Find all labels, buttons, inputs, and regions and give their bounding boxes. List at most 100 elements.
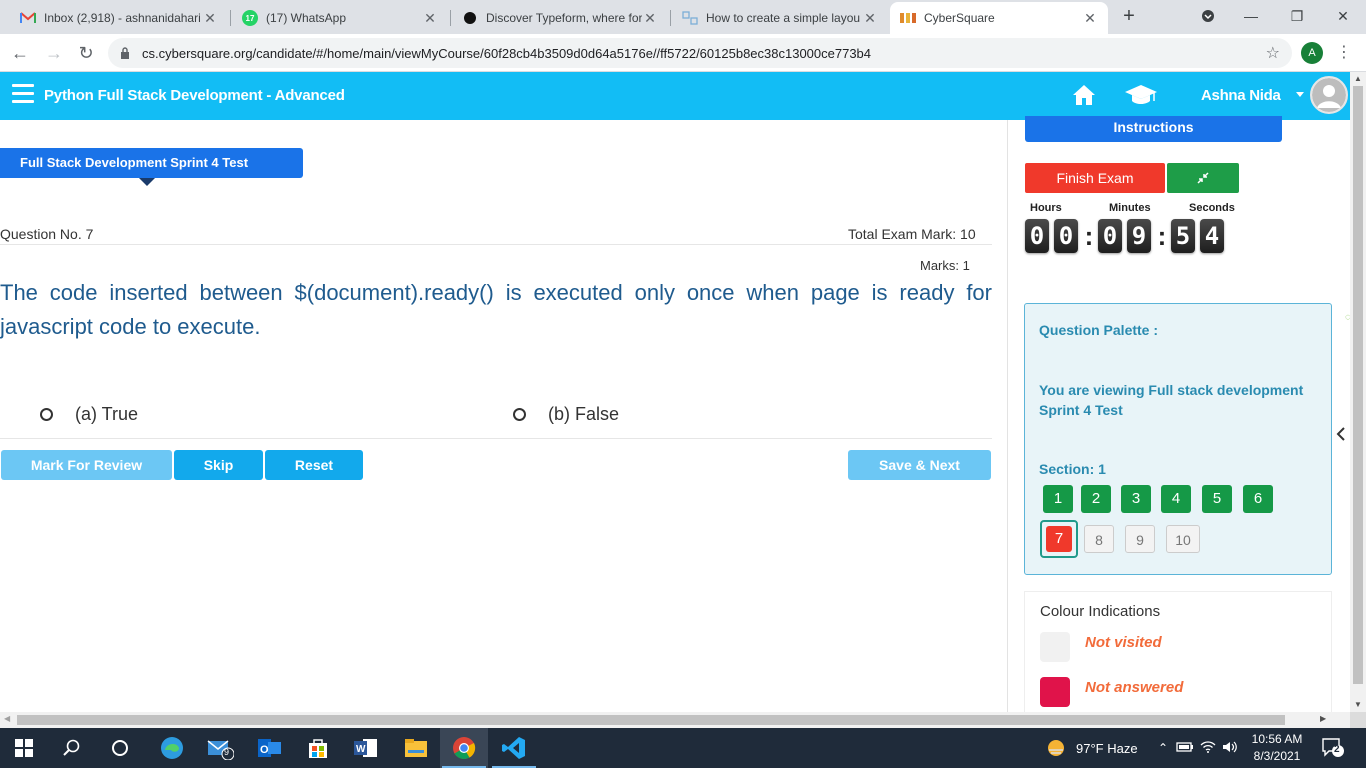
scroll-down-icon[interactable]: ▼ xyxy=(1354,700,1362,709)
file-explorer-icon[interactable] xyxy=(392,728,440,768)
skip-button[interactable]: Skip xyxy=(174,450,263,480)
swatch-not-answered xyxy=(1040,677,1070,707)
word-icon[interactable]: W xyxy=(342,728,390,768)
forward-arrow-icon[interactable]: → xyxy=(42,41,66,65)
finish-exam-button[interactable]: Finish Exam xyxy=(1025,163,1165,193)
weather-widget[interactable]: 97°F Haze xyxy=(1046,728,1138,768)
palette-question-9[interactable]: 9 xyxy=(1125,525,1155,553)
menu-kebab-icon[interactable]: ⋮ xyxy=(1336,42,1352,64)
browser-tab-layout[interactable]: How to create a simple layou ✕ xyxy=(672,2,888,34)
wifi-icon[interactable] xyxy=(1200,740,1216,756)
colour-indications-title: Colour Indications xyxy=(1040,603,1161,620)
collapse-arrows-icon xyxy=(1197,172,1209,187)
tab-separator xyxy=(230,10,231,26)
profile-avatar[interactable]: A xyxy=(1301,42,1323,64)
chevron-up-icon[interactable]: ⌃ xyxy=(1158,741,1168,755)
scroll-corner xyxy=(1350,712,1366,728)
browser-tab-whatsapp[interactable]: 17 (17) WhatsApp ✕ xyxy=(232,2,448,34)
volume-icon[interactable] xyxy=(1222,741,1238,756)
option-true[interactable]: (a) True xyxy=(40,404,138,425)
browser-tab-label: Discover Typeform, where for xyxy=(486,11,642,25)
save-next-button[interactable]: Save & Next xyxy=(848,450,991,480)
palette-question-5[interactable]: 5 xyxy=(1202,485,1232,513)
divider xyxy=(0,244,992,245)
collapse-button[interactable] xyxy=(1167,163,1239,193)
test-name-tab[interactable]: Full Stack Development Sprint 4 Test xyxy=(0,148,303,178)
vertical-scrollbar[interactable]: ▲ ▼ xyxy=(1350,72,1366,712)
store-icon[interactable] xyxy=(294,728,342,768)
option-label: (a) True xyxy=(75,404,139,424)
palette-question-6[interactable]: 6 xyxy=(1243,485,1273,513)
palette-question-8[interactable]: 8 xyxy=(1084,525,1114,553)
outlook-icon[interactable]: O xyxy=(246,728,294,768)
reload-icon[interactable]: ↻ xyxy=(74,41,98,65)
user-name[interactable]: Ashna Nida xyxy=(1201,87,1281,104)
horizontal-scrollbar[interactable]: ◀ ▶ xyxy=(0,712,1350,728)
mail-badge: 9 xyxy=(224,747,230,757)
close-icon[interactable]: ✕ xyxy=(202,10,218,27)
palette-title: Question Palette : xyxy=(1039,322,1159,338)
minimize-icon[interactable]: — xyxy=(1236,4,1266,28)
horizontal-scroll-thumb[interactable] xyxy=(17,715,1285,725)
timer-digit: 0 xyxy=(1054,219,1078,253)
radio-button[interactable] xyxy=(513,408,526,421)
browser-tab-cybersquare[interactable]: CyberSquare ✕ xyxy=(890,2,1108,34)
layout-site-icon xyxy=(682,10,698,26)
palette-question-2[interactable]: 2 xyxy=(1081,485,1111,513)
browser-tab-label: CyberSquare xyxy=(924,11,995,25)
graduation-cap-icon[interactable] xyxy=(1124,83,1158,107)
address-bar[interactable]: cs.cybersquare.org/candidate/#/home/main… xyxy=(108,38,1292,68)
swatch-not-visited xyxy=(1040,632,1070,662)
scroll-left-icon[interactable]: ◀ xyxy=(4,714,10,723)
mail-icon[interactable]: 9 xyxy=(196,728,244,768)
back-arrow-icon[interactable]: ← xyxy=(8,41,32,65)
close-icon[interactable]: ✕ xyxy=(642,10,658,27)
browser-tab-typeform[interactable]: Discover Typeform, where for ✕ xyxy=(452,2,668,34)
mark-for-review-button[interactable]: Mark For Review xyxy=(1,450,172,480)
palette-question-1[interactable]: 1 xyxy=(1043,485,1073,513)
palette-question-4[interactable]: 4 xyxy=(1161,485,1191,513)
search-icon[interactable] xyxy=(48,728,96,768)
scroll-up-icon[interactable]: ▲ xyxy=(1354,74,1362,83)
clock-time: 10:56 AM xyxy=(1251,732,1303,746)
radio-button[interactable] xyxy=(40,408,53,421)
chevron-left-icon[interactable] xyxy=(1336,427,1346,446)
close-icon[interactable]: ✕ xyxy=(1082,10,1098,27)
windows-start-icon[interactable] xyxy=(0,728,48,768)
close-icon[interactable]: ✕ xyxy=(422,10,438,27)
browser-tab-label: How to create a simple layou xyxy=(706,11,861,25)
scroll-right-icon[interactable]: ▶ xyxy=(1320,714,1326,723)
restore-icon[interactable]: ❐ xyxy=(1282,4,1312,28)
battery-icon[interactable] xyxy=(1176,741,1194,756)
home-icon[interactable] xyxy=(1072,84,1096,106)
chevron-down-icon[interactable] xyxy=(1296,92,1304,97)
weather-text: 97°F Haze xyxy=(1076,740,1138,756)
bookmark-star-icon[interactable]: ☆ xyxy=(1266,43,1280,63)
vscode-icon[interactable] xyxy=(490,728,538,768)
tab-search-icon[interactable] xyxy=(1193,4,1223,28)
weather-haze-icon xyxy=(1048,740,1064,756)
windows-taskbar: 9 O W 97°F Haze ⌃ 10:56 AM 8/3/2021 2 xyxy=(0,728,1366,768)
palette-question-3[interactable]: 3 xyxy=(1121,485,1151,513)
option-false[interactable]: (b) False xyxy=(513,404,619,425)
close-icon[interactable]: ✕ xyxy=(862,10,878,27)
notification-center-icon[interactable]: 2 xyxy=(1322,738,1344,758)
user-avatar[interactable] xyxy=(1310,76,1348,114)
question-palette: Question Palette : You are viewing Full … xyxy=(1024,303,1332,575)
browser-tab-gmail[interactable]: Inbox (2,918) - ashnanidahari ✕ xyxy=(10,2,228,34)
whatsapp-badge: 17 xyxy=(245,13,255,23)
colour-indications: Colour Indications Not visited Not answe… xyxy=(1024,591,1332,712)
system-clock[interactable]: 10:56 AM 8/3/2021 xyxy=(1246,731,1308,765)
instructions-button[interactable]: Instructions xyxy=(1025,116,1282,142)
hamburger-menu-icon[interactable] xyxy=(12,84,34,104)
vertical-scroll-thumb[interactable] xyxy=(1353,86,1363,684)
chrome-icon[interactable] xyxy=(440,728,488,768)
new-tab-button[interactable]: + xyxy=(1118,6,1140,28)
reset-button[interactable]: Reset xyxy=(265,450,363,480)
cortana-icon[interactable] xyxy=(96,728,144,768)
palette-question-7[interactable]: 7 xyxy=(1046,526,1072,552)
edge-icon[interactable] xyxy=(148,728,196,768)
tab-pointer xyxy=(139,178,155,186)
palette-question-10[interactable]: 10 xyxy=(1166,525,1200,553)
close-window-icon[interactable]: ✕ xyxy=(1328,4,1358,28)
